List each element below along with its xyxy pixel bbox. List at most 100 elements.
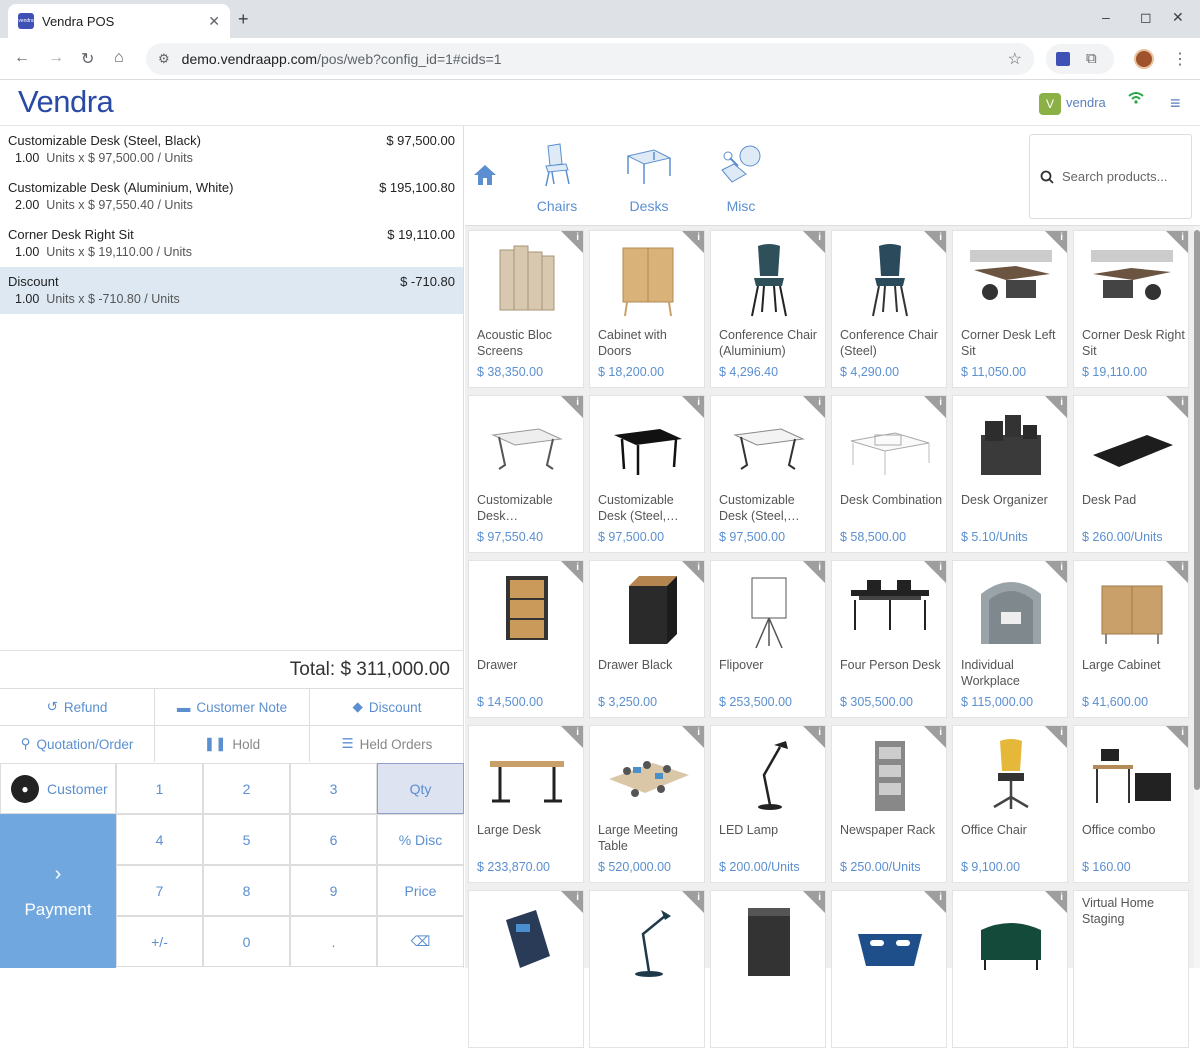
product-card[interactable]: i Cabinet with Doors $ 18,200.00: [589, 230, 705, 388]
product-card[interactable]: i Desk Combination $ 58,500.00: [831, 395, 947, 553]
product-card[interactable]: i: [468, 890, 584, 1048]
product-card[interactable]: i: [952, 890, 1068, 1048]
customer-note-button[interactable]: ▬ Customer Note: [155, 689, 310, 725]
address-bar[interactable]: ⚙ demo.vendraapp.com/pos/web?config_id=1…: [146, 43, 1034, 75]
back-icon[interactable]: ←: [14, 49, 30, 67]
numpad-key-0[interactable]: 0: [203, 916, 290, 967]
product-card[interactable]: i: [710, 890, 826, 1048]
info-icon[interactable]: i: [1060, 727, 1063, 738]
info-icon[interactable]: i: [1181, 562, 1184, 573]
info-icon[interactable]: i: [1060, 232, 1063, 243]
browser-menu-icon[interactable]: ⋮: [1172, 49, 1188, 69]
numpad-key-5[interactable]: 5: [203, 814, 290, 865]
info-icon[interactable]: i: [697, 397, 700, 408]
numpad-key-1[interactable]: 1: [116, 763, 203, 814]
close-tab-icon[interactable]: ✕: [208, 13, 220, 30]
info-icon[interactable]: i: [939, 232, 942, 243]
info-icon[interactable]: i: [818, 727, 821, 738]
info-icon[interactable]: i: [818, 232, 821, 243]
profile-avatar[interactable]: [1134, 49, 1154, 69]
product-card[interactable]: i Corner Desk Right Sit $ 19,110.00: [1073, 230, 1189, 388]
product-card[interactable]: i LED Lamp $ 200.00/Units: [710, 725, 826, 883]
numpad-decimal[interactable]: .: [290, 916, 377, 967]
scrollbar-thumb[interactable]: [1194, 230, 1200, 790]
product-card[interactable]: i Customizable Desk (Steel,… $ 97,500.00: [710, 395, 826, 553]
vendra-extension-icon[interactable]: [1056, 52, 1070, 66]
info-icon[interactable]: i: [939, 397, 942, 408]
browser-tab[interactable]: vendra Vendra POS ✕: [8, 4, 230, 38]
product-card[interactable]: i Desk Pad $ 260.00/Units: [1073, 395, 1189, 553]
product-card[interactable]: i Office Chair $ 9,100.00: [952, 725, 1068, 883]
numpad-key-4[interactable]: 4: [116, 814, 203, 865]
search-box[interactable]: Search products...: [1029, 134, 1192, 219]
user-avatar[interactable]: V: [1039, 93, 1061, 115]
product-card[interactable]: i Large Cabinet $ 41,600.00: [1073, 560, 1189, 718]
product-card[interactable]: Virtual Home Staging: [1073, 890, 1189, 1048]
bookmark-star-icon[interactable]: ☆: [1008, 49, 1022, 69]
product-card[interactable]: i Acoustic Bloc Screens $ 38,350.00: [468, 230, 584, 388]
refund-button[interactable]: ↺ Refund: [0, 689, 155, 725]
product-card[interactable]: i: [589, 890, 705, 1048]
category-misc[interactable]: Misc: [701, 140, 781, 214]
held-orders-button[interactable]: ☰ Held Orders: [310, 726, 464, 762]
product-card[interactable]: i Customizable Desk… $ 97,550.40: [468, 395, 584, 553]
product-card[interactable]: i Four Person Desk $ 305,500.00: [831, 560, 947, 718]
quotation-order-button[interactable]: ⚲ Quotation/Order: [0, 726, 155, 762]
category-desks[interactable]: Desks: [609, 140, 689, 214]
maximize-icon[interactable]: ◻: [1140, 9, 1152, 26]
numpad-key-3[interactable]: 3: [290, 763, 377, 814]
product-card[interactable]: i Large Meeting Table $ 520,000.00: [589, 725, 705, 883]
product-card[interactable]: i Drawer Black $ 3,250.00: [589, 560, 705, 718]
numpad-disc-mode[interactable]: % Disc: [377, 814, 464, 865]
product-scrollbar[interactable]: [1194, 226, 1200, 968]
order-line[interactable]: Customizable Desk (Steel, Black) $ 97,50…: [0, 126, 463, 173]
numpad-price-mode[interactable]: Price: [377, 865, 464, 916]
info-icon[interactable]: i: [939, 562, 942, 573]
hold-button[interactable]: ❚❚ Hold: [155, 726, 310, 762]
product-card[interactable]: i Office combo $ 160.00: [1073, 725, 1189, 883]
discount-button[interactable]: ◆ Discount: [310, 689, 464, 725]
info-icon[interactable]: i: [818, 397, 821, 408]
hamburger-menu-icon[interactable]: ≡: [1170, 93, 1181, 114]
numpad-key-8[interactable]: 8: [203, 865, 290, 916]
home-category-icon[interactable]: [473, 164, 497, 192]
product-card[interactable]: i Large Desk $ 233,870.00: [468, 725, 584, 883]
numpad-key-9[interactable]: 9: [290, 865, 377, 916]
product-card[interactable]: i Desk Organizer $ 5.10/Units: [952, 395, 1068, 553]
payment-button[interactable]: › Payment: [0, 814, 116, 968]
numpad-qty-mode[interactable]: Qty: [377, 763, 464, 814]
info-icon[interactable]: i: [576, 397, 579, 408]
site-info-icon[interactable]: ⚙: [158, 51, 170, 67]
reload-icon[interactable]: ↻: [81, 49, 94, 69]
search-input[interactable]: Search products...: [1062, 169, 1168, 184]
close-window-icon[interactable]: ✕: [1172, 9, 1184, 26]
info-icon[interactable]: i: [818, 892, 821, 903]
product-card[interactable]: i Corner Desk Left Sit $ 11,050.00: [952, 230, 1068, 388]
home-icon[interactable]: ⌂: [114, 49, 124, 67]
product-card[interactable]: i Newspaper Rack $ 250.00/Units: [831, 725, 947, 883]
info-icon[interactable]: i: [697, 727, 700, 738]
info-icon[interactable]: i: [697, 562, 700, 573]
new-tab-icon[interactable]: +: [238, 9, 249, 30]
info-icon[interactable]: i: [1060, 892, 1063, 903]
info-icon[interactable]: i: [576, 232, 579, 243]
product-card[interactable]: i Customizable Desk (Steel,… $ 97,500.00: [589, 395, 705, 553]
numpad-key-6[interactable]: 6: [290, 814, 377, 865]
order-line[interactable]: Corner Desk Right Sit $ 19,110.00 1.00 U…: [0, 220, 463, 267]
info-icon[interactable]: i: [1181, 397, 1184, 408]
forward-icon[interactable]: →: [48, 49, 64, 67]
info-icon[interactable]: i: [1181, 727, 1184, 738]
minimize-icon[interactable]: –: [1102, 9, 1110, 25]
puzzle-extensions-icon[interactable]: ⧉: [1086, 50, 1097, 67]
info-icon[interactable]: i: [576, 892, 579, 903]
numpad-key-7[interactable]: 7: [116, 865, 203, 916]
order-line[interactable]: Customizable Desk (Aluminium, White) $ 1…: [0, 173, 463, 220]
info-icon[interactable]: i: [1181, 232, 1184, 243]
category-chairs[interactable]: Chairs: [517, 140, 597, 214]
product-card[interactable]: i Conference Chair (Steel) $ 4,290.00: [831, 230, 947, 388]
info-icon[interactable]: i: [697, 892, 700, 903]
info-icon[interactable]: i: [818, 562, 821, 573]
product-card[interactable]: i Drawer $ 14,500.00: [468, 560, 584, 718]
info-icon[interactable]: i: [576, 562, 579, 573]
info-icon[interactable]: i: [1060, 562, 1063, 573]
